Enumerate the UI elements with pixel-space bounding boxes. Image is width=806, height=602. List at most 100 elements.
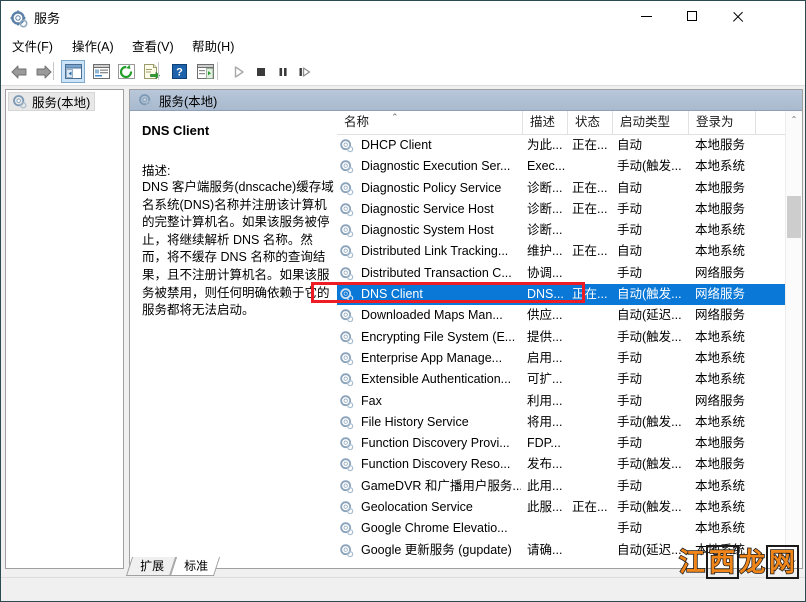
- cell-startup-type: 手动: [617, 223, 643, 238]
- export-list-button[interactable]: [139, 60, 163, 83]
- cell-service-name: Distributed Link Tracking...: [361, 244, 509, 259]
- properties-icon: [92, 64, 110, 79]
- cell-description: 供应...: [527, 308, 563, 323]
- cell-description: 利用...: [527, 393, 563, 408]
- table-row[interactable]: GameDVR 和广播用户服务... 此用... 手动 本地系统: [337, 476, 802, 497]
- cell-service-name: Distributed Transaction C...: [361, 265, 512, 280]
- services-gear-icon: [139, 93, 153, 107]
- cell-startup-type: 自动: [617, 244, 643, 259]
- vertical-scrollbar[interactable]: ⌃ ⌄: [785, 111, 802, 568]
- cell-description: 提供...: [527, 329, 563, 344]
- cell-service-name: Encrypting File System (E...: [361, 329, 516, 344]
- cell-service-name: Diagnostic Service Host: [361, 201, 494, 216]
- scroll-up-button[interactable]: ⌃: [786, 111, 802, 128]
- close-button[interactable]: [715, 1, 761, 31]
- column-header-startup-type[interactable]: 启动类型: [613, 111, 689, 134]
- cell-log-on-as: 网络服务: [695, 308, 746, 323]
- restart-service-button[interactable]: [293, 60, 317, 83]
- status-bar: [1, 577, 805, 601]
- menu-bar: 文件(F) 操作(A) 查看(V) 帮助(H): [1, 37, 805, 57]
- start-service-button[interactable]: [227, 60, 251, 83]
- cell-status: [572, 518, 616, 539]
- menu-help[interactable]: 帮助(H): [187, 38, 239, 56]
- description-label: 描述:: [142, 164, 171, 178]
- column-header-status[interactable]: 状态: [568, 111, 613, 134]
- table-row[interactable]: Diagnostic Service Host 诊断... 正在... 手动 本地服务: [337, 199, 802, 220]
- scrollbar-thumb[interactable]: [787, 196, 801, 238]
- refresh-icon: [117, 64, 135, 79]
- table-row[interactable]: Encrypting File System (E... 提供... 手动(触发..…: [337, 327, 802, 348]
- table-row[interactable]: Distributed Transaction C... 协调... 手动 网络服务: [337, 263, 802, 284]
- service-detail-panel: DNS Client 描述: DNS 客户端服务(dnscache)缓存域名系统…: [130, 111, 337, 568]
- table-row[interactable]: Extensible Authentication... 可扩... 手动 本地系统: [337, 369, 802, 390]
- tab-extended[interactable]: 扩展: [125, 557, 177, 576]
- pause-icon: [279, 67, 287, 76]
- maximize-button[interactable]: [669, 1, 715, 31]
- table-row[interactable]: Distributed Link Tracking... 维护... 正在... 自动…: [337, 241, 802, 262]
- cell-startup-type: 手动: [617, 521, 643, 536]
- cell-log-on-as: 本地系统: [695, 414, 746, 429]
- table-row[interactable]: File History Service 将用... 手动(触发... 本地系统: [337, 412, 802, 433]
- cell-startup-type: 手动: [617, 436, 643, 451]
- cell-description: FDP...: [527, 436, 561, 451]
- help-icon: ?: [171, 64, 187, 79]
- minimize-button[interactable]: [623, 1, 669, 31]
- table-row[interactable]: DNS Client DNS... 正在... 自动(触发... 网络服务: [337, 284, 802, 306]
- table-row[interactable]: DHCP Client 为此... 正在... 自动 本地服务: [337, 135, 802, 156]
- refresh-button[interactable]: [114, 60, 138, 83]
- cell-service-name: Google Chrome Elevatio...: [361, 521, 508, 536]
- stop-service-button[interactable]: [249, 60, 273, 83]
- cell-status: 正在...: [572, 180, 608, 195]
- table-row[interactable]: Diagnostic System Host 诊断... 手动 本地系统: [337, 220, 802, 241]
- column-header-name[interactable]: 名称 ⌃: [337, 111, 523, 134]
- cell-startup-type: 手动(触发...: [617, 457, 682, 472]
- cell-description: 发布...: [527, 457, 563, 472]
- cell-log-on-as: 本地系统: [695, 372, 746, 387]
- cell-status: [572, 220, 616, 241]
- show-action-pane-button[interactable]: [193, 60, 217, 83]
- cell-log-on-as: 网络服务: [695, 265, 746, 280]
- cell-status: [572, 348, 616, 369]
- cell-log-on-as: 本地服务: [695, 457, 746, 472]
- tree-node-services-local[interactable]: 服务(本地): [8, 92, 96, 111]
- properties-button[interactable]: [89, 60, 113, 83]
- table-row[interactable]: Google Chrome Elevatio... 手动 本地系统: [337, 518, 802, 539]
- cell-description: 此服...: [527, 500, 563, 515]
- cell-status: [572, 263, 616, 284]
- help-button[interactable]: ?: [167, 60, 191, 83]
- table-row[interactable]: Function Discovery Reso... 发布... 手动(触发... 本…: [337, 454, 802, 475]
- stop-icon: [257, 67, 265, 76]
- cell-startup-type: 手动(触发...: [617, 159, 682, 174]
- watermark: 江西龙网: [678, 545, 799, 579]
- table-row[interactable]: Diagnostic Policy Service 诊断... 正在... 自动 本地服…: [337, 178, 802, 199]
- cell-startup-type: 手动: [617, 393, 643, 408]
- cell-status: [572, 476, 616, 497]
- cell-description: 协调...: [527, 265, 563, 280]
- table-row[interactable]: Function Discovery Provi... FDP... 手动 本地服务: [337, 433, 802, 454]
- column-header-description[interactable]: 描述: [523, 111, 568, 134]
- cell-log-on-as: 本地系统: [695, 478, 746, 493]
- cell-log-on-as: 本地系统: [695, 244, 746, 259]
- table-row[interactable]: Enterprise App Manage... 启用... 手动 本地系统: [337, 348, 802, 369]
- table-row[interactable]: Fax 利用... 手动 网络服务: [337, 391, 802, 412]
- tab-standard[interactable]: 标准: [169, 557, 221, 576]
- cell-log-on-as: 本地服务: [695, 180, 746, 195]
- show-hide-console-tree-button[interactable]: [61, 60, 85, 83]
- menu-file[interactable]: 文件(F): [7, 38, 58, 56]
- cell-service-name: Enterprise App Manage...: [361, 350, 503, 365]
- menu-view[interactable]: 查看(V): [127, 38, 179, 56]
- pause-service-button[interactable]: [271, 60, 295, 83]
- column-header-log-on-as[interactable]: 登录为: [689, 111, 756, 134]
- back-button[interactable]: [7, 60, 31, 83]
- cell-status: 正在...: [572, 244, 608, 259]
- table-row[interactable]: Diagnostic Execution Ser... Exec... 手动(触发.…: [337, 156, 802, 177]
- panel-toggle-icon: [64, 64, 82, 79]
- cell-log-on-as: 本地系统: [695, 350, 746, 365]
- cell-status: [572, 327, 616, 348]
- table-row[interactable]: Downloaded Maps Man... 供应... 自动(延迟... 网络服务: [337, 305, 802, 326]
- table-row[interactable]: Geolocation Service 此服... 正在... 手动(触发... 本地系…: [337, 497, 802, 518]
- menu-action[interactable]: 操作(A): [67, 38, 119, 56]
- cell-status: [572, 156, 616, 177]
- toolbar-separator-1: [53, 62, 54, 80]
- cell-startup-type: 自动: [617, 180, 643, 195]
